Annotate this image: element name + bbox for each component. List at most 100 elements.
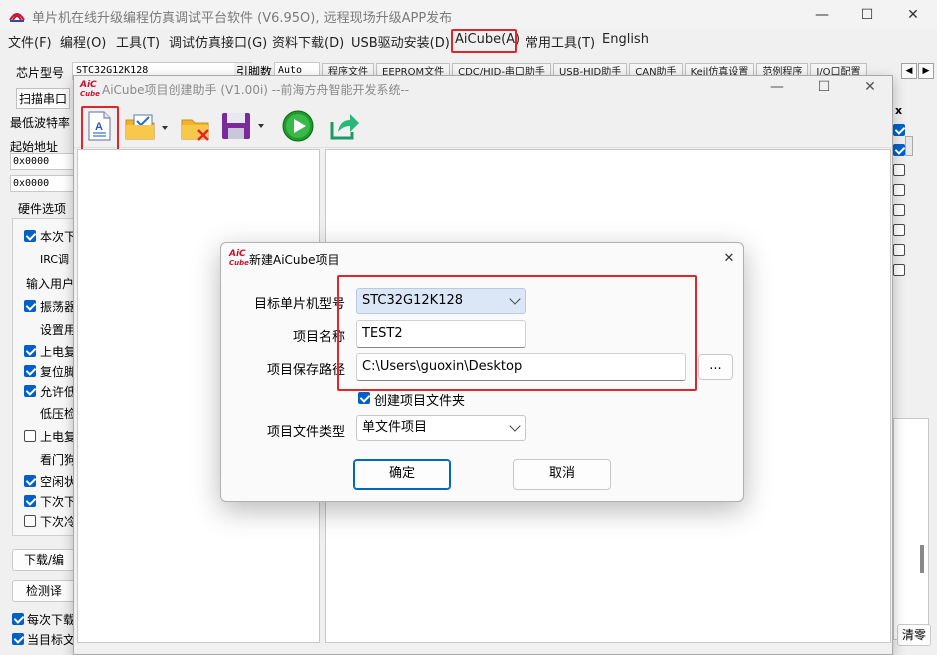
option-label-3: 输入用户: [26, 277, 75, 291]
chevron-down-icon: [509, 420, 521, 432]
assistant-close-button[interactable]: ✕: [847, 74, 893, 100]
option-checkbox-10[interactable]: [24, 430, 36, 442]
option-label-2: IRC调: [40, 253, 70, 266]
close-project-button[interactable]: [180, 112, 212, 144]
every-download-label: 每次下载: [27, 613, 76, 627]
min-baud-label: 最低波特率: [10, 116, 71, 130]
aicube-menu-highlight: [451, 29, 517, 53]
clear-button[interactable]: 清零: [897, 624, 931, 646]
menu-debug-interface[interactable]: 调试仿真接口(G): [169, 32, 267, 51]
dialog-title: 新建AiCube项目: [249, 253, 340, 267]
scan-port-button[interactable]: 扫描串口: [16, 88, 71, 109]
save-disk-icon: [222, 113, 264, 139]
download-program-button[interactable]: 下载/编: [12, 549, 76, 571]
check-button[interactable]: 检测译: [12, 580, 76, 602]
close-button[interactable]: ✕: [889, 0, 937, 30]
menu-usb-driver[interactable]: USB驱动安装(D): [351, 32, 450, 51]
option-label-6: 上电复: [40, 345, 77, 359]
right-checkbox-5[interactable]: [893, 204, 905, 216]
hardware-options-tab[interactable]: 硬件选项: [18, 200, 66, 217]
assistant-title: AiCube项目创建助手 (V1.00i) --前海方舟智能开发系统--: [102, 83, 410, 97]
assistant-maximize-button[interactable]: ☐: [801, 74, 847, 100]
option-checkbox-1[interactable]: [24, 230, 36, 242]
right-log-scrollbar[interactable]: [920, 545, 924, 573]
right-checkbox-1[interactable]: [893, 124, 905, 136]
save-project-button[interactable]: [220, 110, 268, 142]
folder-delete-icon: [181, 119, 209, 141]
target-mcu-label: 目标单片机型号: [253, 297, 345, 312]
menu-program[interactable]: 编程(O): [60, 32, 106, 51]
option-label-11: 看门狗: [40, 453, 77, 467]
dialog-close-icon[interactable]: ✕: [717, 247, 741, 271]
menu-file[interactable]: 文件(F): [8, 32, 52, 51]
right-checkbox-6[interactable]: [893, 224, 905, 236]
option-label-5: 设置用: [40, 323, 77, 337]
minimize-button[interactable]: —: [798, 0, 846, 30]
browse-button[interactable]: ...: [698, 354, 733, 380]
option-checkbox-6[interactable]: [24, 345, 36, 357]
create-folder-checkbox[interactable]: [358, 392, 370, 404]
right-checkbox-7[interactable]: [893, 244, 905, 256]
aicube-logo-icon: AiC Cube: [80, 80, 100, 99]
maximize-button[interactable]: ☐: [843, 0, 891, 30]
open-project-button[interactable]: [124, 112, 172, 142]
right-checkbox-2[interactable]: [893, 144, 905, 156]
option-label-8: 允许低: [40, 385, 77, 399]
right-log-pane: [893, 418, 929, 640]
option-label-10: 上电复: [40, 430, 77, 444]
save-path-label: 项目保存路径: [266, 363, 345, 378]
option-checkbox-14[interactable]: [24, 515, 36, 527]
option-checkbox-12[interactable]: [24, 475, 36, 487]
tab-scroll-left-icon[interactable]: ◀: [901, 63, 917, 79]
right-scroll-thumb-top[interactable]: [905, 136, 913, 156]
option-label-14: 下次冷: [40, 515, 77, 529]
right-checkbox-3[interactable]: [893, 164, 905, 176]
file-type-value: 单文件项目: [362, 420, 428, 435]
start-address-field-2[interactable]: 0x0000: [10, 175, 74, 192]
assistant-toolbar: A: [74, 104, 892, 148]
left-settings-panel: 芯片型号 扫描串口 最低波特率 起始地址 0x0000 0x0000 硬件选项 …: [0, 56, 77, 655]
option-label-4: 振荡器: [40, 300, 77, 314]
app-logo-icon: [9, 13, 25, 22]
main-title-bar: 单片机在线升级编程仿真调试平台软件 (V6.95O), 远程现场升级APP发布 …: [0, 0, 937, 30]
play-icon: [282, 110, 314, 142]
target-file-label: 当目标文: [27, 633, 76, 647]
option-label-13: 下次下: [40, 495, 77, 509]
start-address-field-1[interactable]: 0x0000: [10, 153, 74, 170]
open-folder-icon: [125, 114, 168, 140]
export-button[interactable]: [328, 110, 362, 144]
right-options-strip: x 清零: [893, 100, 937, 655]
run-button[interactable]: [282, 110, 316, 144]
option-label-9: 低压检: [40, 407, 77, 421]
option-label-12: 空闲状: [40, 475, 77, 489]
chip-type-label: 芯片型号: [16, 66, 65, 80]
option-label-7: 复位脚: [40, 365, 77, 379]
tab-scroll-right-icon[interactable]: ▶: [918, 63, 934, 79]
main-app-window: 单片机在线升级编程仿真调试平台软件 (V6.95O), 远程现场升级APP发布 …: [0, 0, 937, 655]
share-arrow-icon: [330, 114, 359, 140]
main-title: 单片机在线升级编程仿真调试平台软件 (V6.95O), 远程现场升级APP发布: [32, 11, 453, 26]
right-partial-label: x: [895, 104, 903, 117]
option-checkbox-8[interactable]: [24, 385, 36, 397]
dialog-fields-highlight: [337, 275, 697, 391]
file-type-label: 项目文件类型: [266, 425, 345, 440]
option-label-1: 本次下: [40, 230, 77, 244]
dialog-logo-icon: AiC Cube: [229, 249, 249, 268]
menu-common-tools[interactable]: 常用工具(T): [525, 32, 595, 51]
cancel-button[interactable]: 取消: [513, 459, 611, 490]
option-checkbox-13[interactable]: [24, 495, 36, 507]
file-type-select[interactable]: 单文件项目: [356, 415, 526, 441]
menu-downloads[interactable]: 资料下载(D): [272, 32, 344, 51]
right-checkbox-8[interactable]: [893, 264, 905, 276]
menu-tools[interactable]: 工具(T): [116, 32, 160, 51]
create-folder-label: 创建项目文件夹: [374, 394, 466, 409]
target-file-checkbox[interactable]: [12, 633, 24, 645]
right-checkbox-4[interactable]: [893, 184, 905, 196]
project-name-label: 项目名称: [292, 330, 345, 345]
option-checkbox-4[interactable]: [24, 300, 36, 312]
option-checkbox-7[interactable]: [24, 365, 36, 377]
menu-english[interactable]: English: [602, 32, 649, 47]
ok-button[interactable]: 确定: [353, 459, 451, 490]
assistant-minimize-button[interactable]: —: [754, 74, 800, 100]
every-download-checkbox[interactable]: [12, 613, 24, 625]
